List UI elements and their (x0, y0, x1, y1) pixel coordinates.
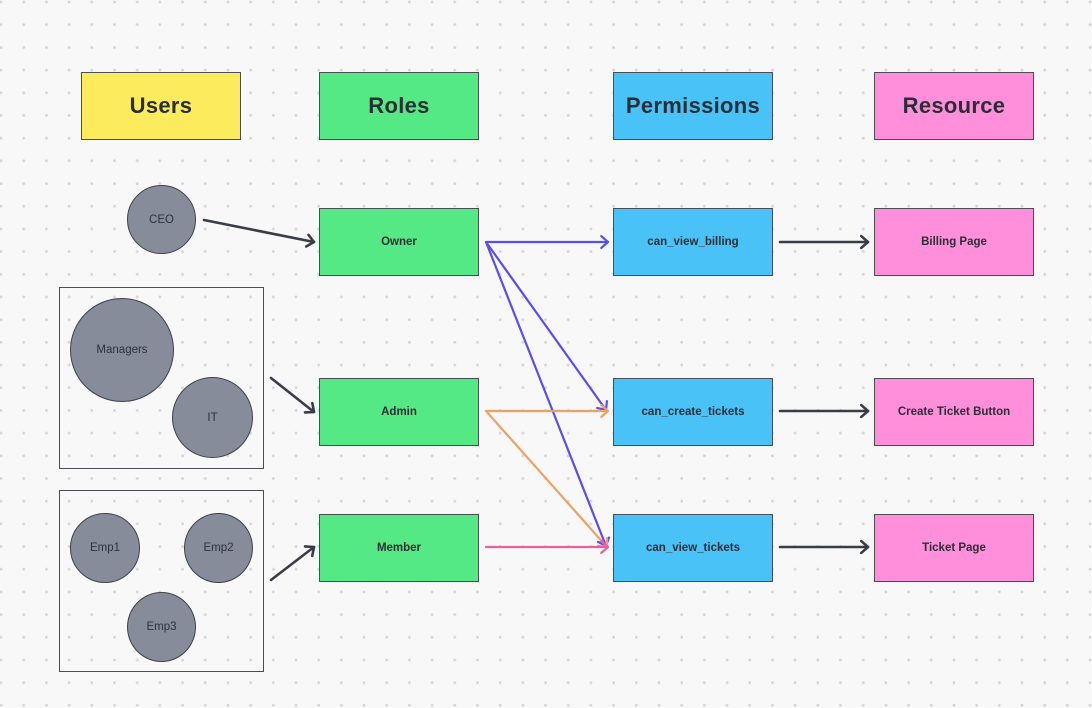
header-roles[interactable]: Roles (319, 72, 479, 140)
edge-employees-group-to-member[interactable] (269, 545, 316, 582)
header-permissions[interactable]: Permissions (613, 72, 773, 140)
header-users[interactable]: Users (81, 72, 241, 140)
edge-line[interactable] (269, 545, 316, 582)
resource-billing-page[interactable]: Billing Page (874, 208, 1034, 276)
user-emp2-label: Emp2 (203, 542, 234, 554)
permission-can-create-tickets[interactable]: can_create_tickets (613, 378, 773, 446)
user-it[interactable]: IT (172, 377, 253, 458)
edge-line[interactable] (484, 240, 608, 548)
role-member-label: Member (376, 542, 422, 554)
permission-can-view-tickets-label: can_view_tickets (646, 542, 740, 554)
edge-line[interactable] (484, 409, 609, 549)
edge-line[interactable] (484, 240, 608, 412)
user-emp1[interactable]: Emp1 (70, 513, 140, 583)
user-ceo-label: CEO (149, 213, 174, 226)
header-resource[interactable]: Resource (874, 72, 1034, 140)
resource-create-ticket-button[interactable]: Create Ticket Button (874, 378, 1034, 446)
edge-ceo-to-owner[interactable] (202, 218, 316, 248)
user-emp3[interactable]: Emp3 (127, 592, 196, 662)
resource-create-ticket-button-label: Create Ticket Button (897, 406, 1011, 418)
edge-owner-to-can-create-tickets[interactable] (484, 240, 608, 412)
resource-billing-page-label: Billing Page (921, 236, 987, 248)
role-member[interactable]: Member (319, 514, 479, 582)
user-emp3-label: Emp3 (146, 621, 177, 633)
header-roles-label: Roles (368, 93, 430, 118)
role-owner-label: Owner (381, 236, 417, 248)
user-managers[interactable]: Managers (70, 298, 174, 402)
edge-line[interactable] (269, 376, 316, 414)
header-users-label: Users (129, 93, 193, 118)
edge-admin-to-can-create-tickets[interactable] (484, 403, 610, 419)
user-emp1-label: Emp1 (89, 542, 121, 554)
header-permissions-label: Permissions (625, 93, 761, 118)
permission-can-create-tickets-label: can_create_tickets (641, 406, 745, 418)
edge-can-view-tickets-to-ticket-page[interactable] (778, 539, 870, 555)
edge-can-create-tickets-to-create-ticket-button[interactable] (778, 403, 870, 419)
edge-member-to-can-view-tickets[interactable] (484, 539, 610, 555)
edge-owner-to-can-view-billing[interactable] (484, 234, 610, 250)
role-owner[interactable]: Owner (319, 208, 479, 276)
edge-line[interactable] (202, 218, 316, 244)
permission-can-view-billing-label: can_view_billing (647, 236, 739, 248)
user-ceo[interactable]: CEO (127, 185, 196, 254)
resource-ticket-page[interactable]: Ticket Page (874, 514, 1034, 582)
edge-owner-to-can-view-tickets[interactable] (484, 240, 611, 548)
user-emp2[interactable]: Emp2 (184, 513, 253, 583)
user-managers-label: Managers (96, 344, 148, 356)
permission-can-view-tickets[interactable]: can_view_tickets (613, 514, 773, 582)
user-it-label: IT (207, 411, 218, 424)
permission-can-view-billing[interactable]: can_view_billing (613, 208, 773, 276)
edge-admin-to-can-view-tickets[interactable] (484, 409, 609, 549)
edge-can-view-billing-to-billing-page[interactable] (778, 234, 870, 250)
role-admin-label: Admin (381, 406, 417, 418)
header-resource-label: Resource (902, 93, 1006, 118)
resource-ticket-page-label: Ticket Page (922, 542, 986, 554)
edge-managers-it-group-to-admin[interactable] (269, 376, 316, 414)
role-admin[interactable]: Admin (319, 378, 479, 446)
